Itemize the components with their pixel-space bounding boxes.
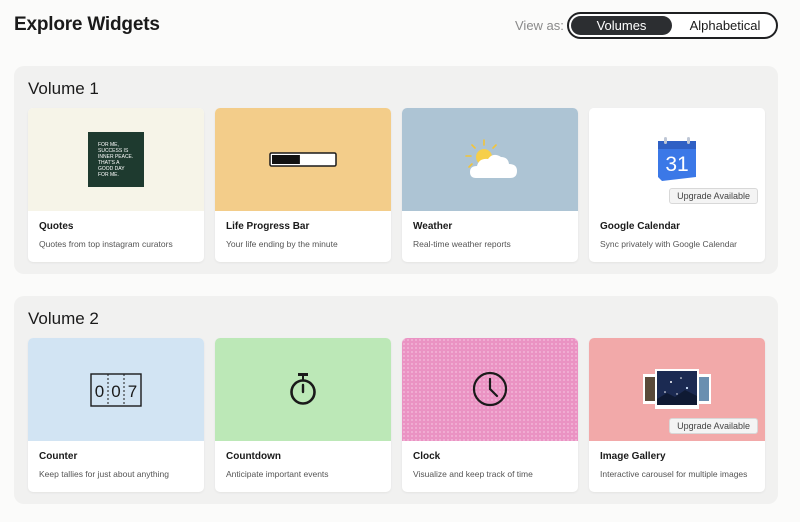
progress-bar-icon xyxy=(269,152,337,167)
volume-section-1: Volume 1 FOR ME, SUCCESS IS INNER PEACE.… xyxy=(14,66,778,274)
quote-poster-icon: FOR ME, SUCCESS IS INNER PEACE. THAT'S A… xyxy=(88,132,144,187)
page-title: Explore Widgets xyxy=(14,14,160,35)
widget-description: Visualize and keep track of time xyxy=(413,469,533,479)
widget-name: Weather xyxy=(413,221,453,232)
widget-description: Real-time weather reports xyxy=(413,239,511,249)
quote-line: FOR ME. xyxy=(98,172,119,178)
sun-cloud-icon xyxy=(465,139,517,178)
upgrade-badge[interactable]: Upgrade Available xyxy=(669,418,758,434)
widget-card-image-gallery[interactable]: Upgrade Available Image Gallery Interact… xyxy=(589,338,765,492)
widget-description: Quotes from top instagram curators xyxy=(39,239,173,249)
widget-description: Your life ending by the minute xyxy=(226,239,338,249)
upgrade-badge[interactable]: Upgrade Available xyxy=(669,188,758,204)
widget-name: Life Progress Bar xyxy=(226,221,310,232)
widget-card-life-progress-bar[interactable]: Life Progress Bar Your life ending by th… xyxy=(215,108,391,262)
widget-card-google-calendar[interactable]: 31 Upgrade Available Google Calendar Syn… xyxy=(589,108,765,262)
clock-icon xyxy=(472,371,508,407)
widget-name: Quotes xyxy=(39,221,74,232)
widget-name: Google Calendar xyxy=(600,221,681,232)
widget-description: Anticipate important events xyxy=(226,469,329,479)
counter-icon: 0 0 7 xyxy=(90,373,142,407)
widget-card-clock[interactable]: Clock Visualize and keep track of time xyxy=(402,338,578,492)
widget-name: Image Gallery xyxy=(600,451,666,462)
volume-title: Volume 1 xyxy=(28,79,99,98)
widget-thumbnail: Upgrade Available xyxy=(589,338,765,441)
widget-card-weather[interactable]: Weather Real-time weather reports xyxy=(402,108,578,262)
view-option-volumes[interactable]: Volumes xyxy=(571,16,672,35)
widget-name: Countdown xyxy=(226,451,281,462)
widget-thumbnail xyxy=(215,338,391,441)
widget-thumbnail xyxy=(402,108,578,211)
volume-title: Volume 2 xyxy=(28,309,99,328)
widget-description: Interactive carousel for multiple images xyxy=(600,469,748,479)
header: Explore Widgets View as: Volumes Alphabe… xyxy=(0,0,800,50)
widget-thumbnail: 0 0 7 xyxy=(28,338,204,441)
widget-thumbnail xyxy=(215,108,391,211)
widget-card-quotes[interactable]: FOR ME, SUCCESS IS INNER PEACE. THAT'S A… xyxy=(28,108,204,262)
widget-name: Counter xyxy=(39,451,78,462)
counter-digit: 7 xyxy=(128,382,137,401)
widget-name: Clock xyxy=(413,451,441,462)
widget-thumbnail: 31 Upgrade Available xyxy=(589,108,765,211)
view-as-label: View as: xyxy=(515,18,564,33)
widget-description: Keep tallies for just about anything xyxy=(39,469,169,479)
counter-digit: 0 xyxy=(95,382,104,401)
view-option-alphabetical[interactable]: Alphabetical xyxy=(675,16,775,35)
counter-digit: 0 xyxy=(111,382,120,401)
widget-thumbnail xyxy=(402,338,578,441)
widget-description: Sync privately with Google Calendar xyxy=(600,239,738,249)
widget-card-countdown[interactable]: Countdown Anticipate important events xyxy=(215,338,391,492)
google-calendar-icon: 31 xyxy=(658,137,696,181)
volume-section-2: Volume 2 0 0 7 Counter Keep tallies for … xyxy=(14,296,778,504)
progress-fill xyxy=(272,155,300,164)
widget-thumbnail: FOR ME, SUCCESS IS INNER PEACE. THAT'S A… xyxy=(28,108,204,211)
view-toggle[interactable]: Volumes Alphabetical xyxy=(567,12,778,39)
widget-card-counter[interactable]: 0 0 7 Counter Keep tallies for just abou… xyxy=(28,338,204,492)
calendar-day: 31 xyxy=(665,153,688,176)
image-gallery-icon xyxy=(643,369,711,409)
stopwatch-icon xyxy=(290,373,316,405)
